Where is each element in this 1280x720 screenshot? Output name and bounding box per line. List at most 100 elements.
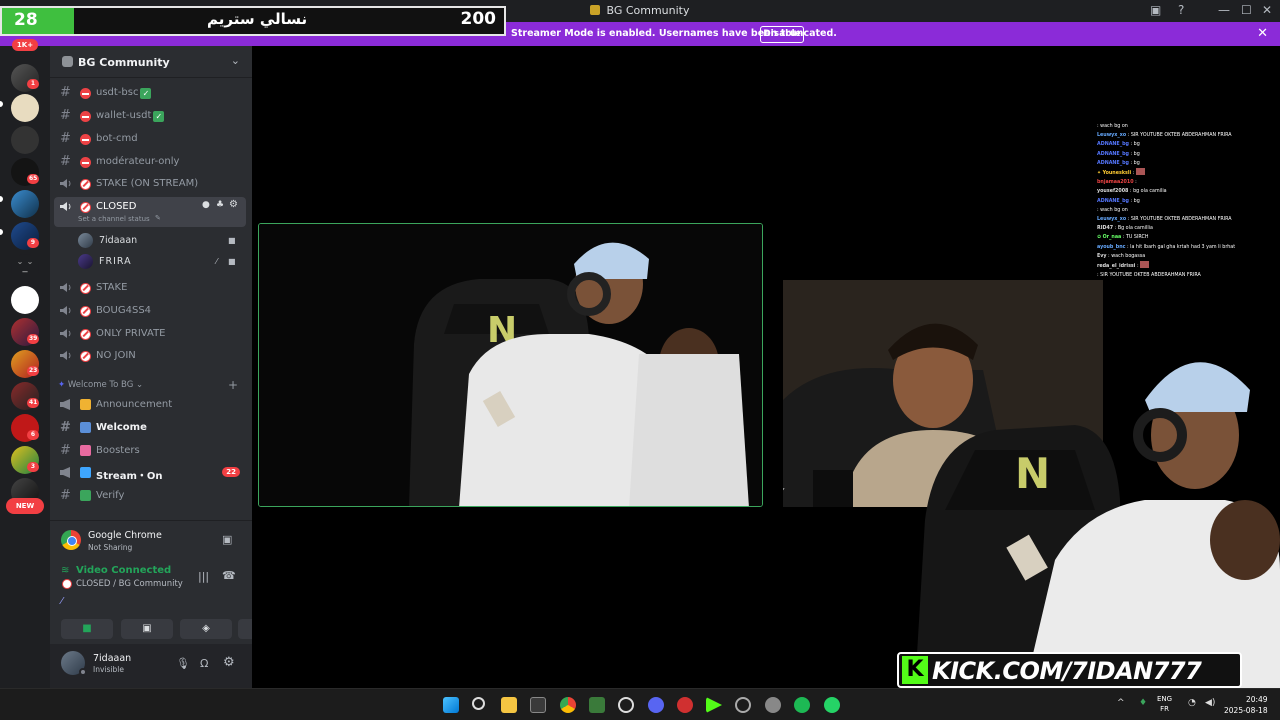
help-icon[interactable]: ? xyxy=(1178,3,1184,17)
channel-boug4ss4[interactable]: BOUG4SS4 xyxy=(54,301,246,322)
app-logo-icon xyxy=(590,5,601,15)
activity-icon[interactable]: ⁄ xyxy=(61,596,63,607)
channel-no-join[interactable]: NO JOIN xyxy=(54,346,246,367)
muted-mic-icon: ⁄ xyxy=(216,257,218,266)
channel-stake-on-stream[interactable]: STAKE (ON STREAM) xyxy=(54,174,246,195)
activities-button[interactable]: ◈ xyxy=(180,619,232,639)
channel-wallet-usdt[interactable]: # wallet-usdt ✓ xyxy=(54,106,246,127)
user-name[interactable]: 7idaaan xyxy=(93,653,131,664)
channel-verify[interactable]: # Verify xyxy=(54,486,246,507)
disconnect-icon[interactable]: ☎ xyxy=(222,569,236,582)
chrome-taskbar-icon[interactable] xyxy=(560,697,576,713)
chat-user: ADNANE_bg xyxy=(1097,160,1129,166)
gear-icon[interactable]: ⚙ xyxy=(229,199,238,210)
user-settings-gear-icon[interactable]: ⚙ xyxy=(223,655,235,670)
channel-usdt-bsc[interactable]: # usdt-bsc ✓ xyxy=(54,83,246,104)
voice-user-name: FRIRA xyxy=(99,256,132,267)
whatsapp-icon[interactable] xyxy=(824,697,840,713)
new-badge[interactable]: NEW xyxy=(6,498,44,514)
disable-streamer-mode-button[interactable]: Disable xyxy=(760,26,804,43)
unread-badge: 6 xyxy=(27,430,39,440)
file-explorer-icon[interactable] xyxy=(501,697,517,713)
speaker-icon xyxy=(60,329,71,338)
stream-tile-7idaaan[interactable]: N xyxy=(258,223,763,507)
close-icon[interactable]: ✕ xyxy=(1257,26,1268,41)
channel-welcome[interactable]: # Welcome xyxy=(54,418,246,439)
discord-icon[interactable] xyxy=(648,697,664,713)
microphone-icon[interactable]: 🎙︎ xyxy=(176,657,190,670)
kick-taskbar-icon[interactable] xyxy=(706,697,722,713)
unread-pill xyxy=(0,101,3,107)
channel-label: modérateur-only xyxy=(96,156,180,167)
start-menu-icon[interactable] xyxy=(443,697,459,713)
maximize-button[interactable]: ☐ xyxy=(1241,3,1252,17)
server-icon[interactable]: ˘_˘ xyxy=(11,254,39,282)
share-screen-icon[interactable]: ▣ xyxy=(222,533,232,546)
steam-icon[interactable] xyxy=(735,697,751,713)
app-icon[interactable] xyxy=(589,697,605,713)
noise-suppression-icon[interactable]: ||| xyxy=(198,570,209,583)
channel-boosters[interactable]: # Boosters xyxy=(54,441,246,462)
text-channel-icon: # xyxy=(60,85,71,100)
camera-button[interactable]: ■ xyxy=(61,619,113,639)
channel-moderateur-only[interactable]: # modérateur-only xyxy=(54,152,246,173)
volume-icon[interactable]: ◀) xyxy=(1205,698,1215,708)
store-icon[interactable] xyxy=(530,697,546,713)
chat-message: ADNANE_bg : bg xyxy=(1097,151,1140,157)
svg-text:N: N xyxy=(1015,449,1050,498)
search-icon[interactable] xyxy=(472,697,485,710)
language-indicator[interactable]: ENG FR xyxy=(1157,694,1172,714)
spotify-icon[interactable] xyxy=(794,697,810,713)
wifi-icon[interactable]: ◔ xyxy=(1188,698,1196,708)
chat-text: bg xyxy=(1133,151,1140,157)
pencil-icon[interactable]: ✎ xyxy=(155,214,161,222)
channel-label: STAKE xyxy=(96,282,128,293)
globe-icon: ✦ xyxy=(58,380,66,390)
share-status: Not Sharing xyxy=(88,543,133,552)
server-icon[interactable] xyxy=(11,126,39,154)
settings-icon[interactable] xyxy=(765,697,781,713)
chat-icon[interactable]: ● xyxy=(202,200,210,210)
microphone-icon[interactable]: ♦ xyxy=(1139,698,1147,708)
server-icon[interactable] xyxy=(11,94,39,122)
channel-label: usdt-bsc xyxy=(96,87,139,98)
inbox-icon[interactable]: ▣ xyxy=(1150,3,1161,17)
chevron-down-icon: ⌄ xyxy=(230,54,240,67)
locked-icon xyxy=(80,134,91,145)
close-window-button[interactable]: ✕ xyxy=(1262,3,1272,17)
channel-stake[interactable]: STAKE xyxy=(54,278,246,299)
webcam-video-frame: N xyxy=(915,362,1280,688)
camera-icon: ■ xyxy=(228,236,236,245)
clock[interactable]: 20:49 2025-08-18 xyxy=(1224,694,1268,716)
channel-label: Verify xyxy=(96,490,125,501)
channel-bot-cmd[interactable]: # bot-cmd xyxy=(54,129,246,150)
channel-status-placeholder[interactable]: Set a channel status xyxy=(78,215,150,223)
channel-only-private[interactable]: ONLY PRIVATE xyxy=(54,324,246,345)
headphones-icon[interactable]: Ω xyxy=(200,657,208,670)
voice-status-title[interactable]: Video Connected xyxy=(76,565,171,576)
chat-user: ayoub_bnc xyxy=(1097,244,1126,250)
channel-closed[interactable]: CLOSED Set a channel status ✎ ● ♣ ⚙ xyxy=(54,197,246,227)
voice-location[interactable]: CLOSED / BG Community xyxy=(76,579,183,589)
server-header[interactable]: BG Community ⌄ xyxy=(50,46,252,78)
channel-announcement[interactable]: Announcement xyxy=(54,395,246,416)
add-channel-icon[interactable]: + xyxy=(228,378,238,392)
server-icon[interactable] xyxy=(11,190,39,218)
chat-user: RID47 xyxy=(1097,226,1114,232)
unread-badge: 23 xyxy=(27,366,40,376)
chrome-icon xyxy=(61,530,81,550)
avatar xyxy=(78,233,93,248)
chevron-up-icon[interactable]: ^ xyxy=(1117,698,1125,708)
unread-pill xyxy=(0,196,3,202)
chat-message: ✦ Younesksli : xyxy=(1097,168,1277,178)
invite-icon[interactable]: ♣ xyxy=(216,200,224,210)
no-entry-icon xyxy=(62,579,72,589)
screen-share-button[interactable]: ▣ xyxy=(121,619,173,639)
obs-icon[interactable] xyxy=(618,697,634,713)
app-icon[interactable] xyxy=(677,697,693,713)
minimize-button[interactable]: — xyxy=(1218,3,1230,17)
category-welcome[interactable]: ✦ Welcome To BG ⌄ xyxy=(58,380,143,390)
no-entry-icon xyxy=(80,179,91,190)
server-icon[interactable] xyxy=(11,286,39,314)
channel-stream-on[interactable]: Stream・On 22 xyxy=(54,463,246,484)
